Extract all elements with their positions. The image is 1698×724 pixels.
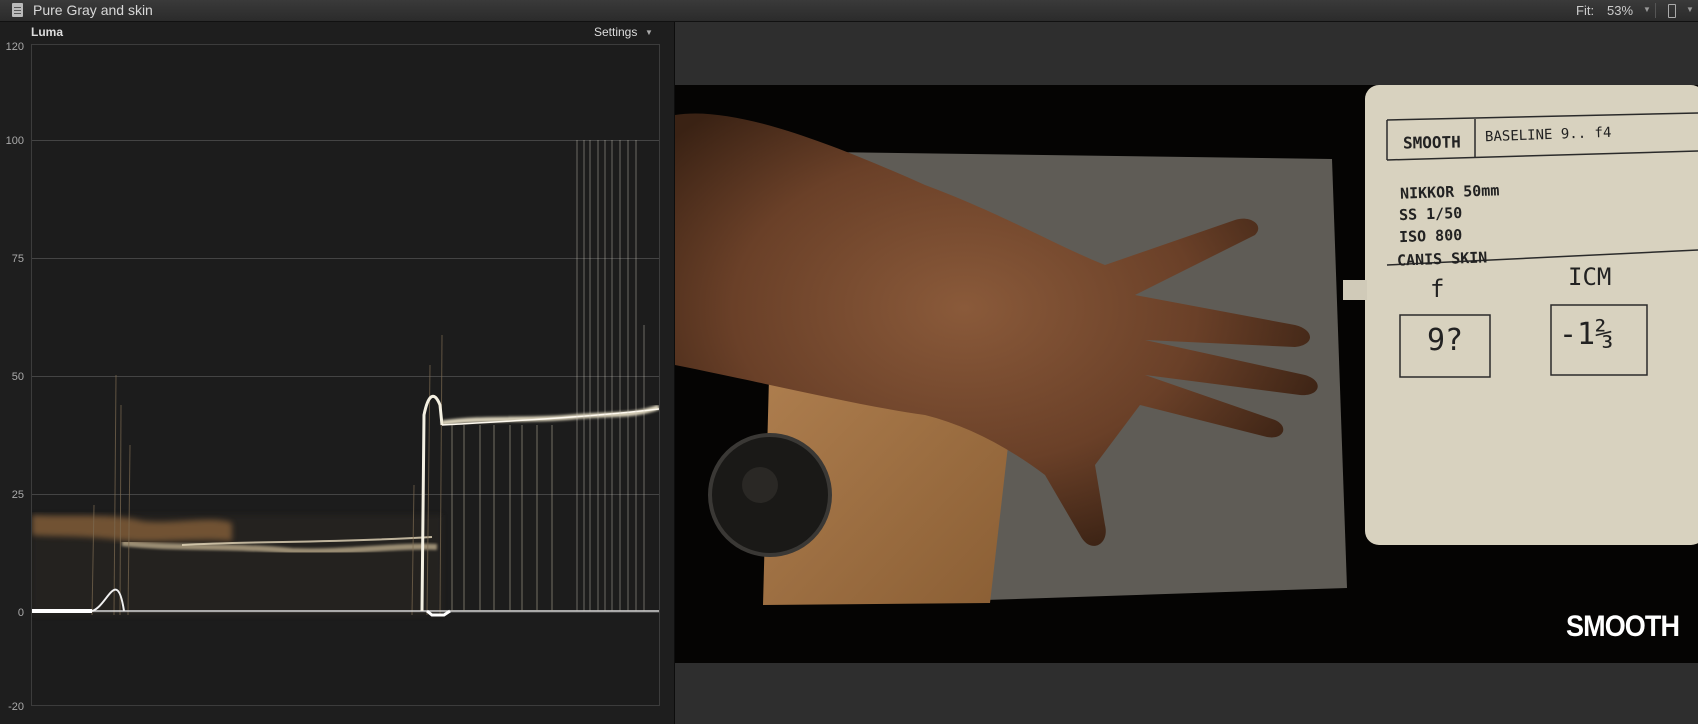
slate-lens: NIKKOR 50mm — [1399, 181, 1500, 203]
video-frame: SMOOTH BASELINE 9.. f4 NIKKOR 50mm SS 1/… — [675, 85, 1698, 663]
zoom-fit-dropdown[interactable]: 53% — [1607, 3, 1633, 18]
chevron-down-icon[interactable]: ▼ — [1643, 5, 1651, 14]
document-icon — [12, 3, 23, 17]
luma-waveform — [31, 44, 660, 706]
y-axis-tick: 0 — [17, 607, 24, 619]
waveform-trace — [32, 140, 659, 617]
slate-left-head: f — [1430, 275, 1445, 303]
y-axis-tick: 25 — [11, 489, 24, 501]
video-scope-panel: Luma Settings ▼ 120 100 75 50 25 0 -20 — [0, 22, 674, 724]
frame-image — [675, 85, 1698, 605]
video-icon[interactable] — [1668, 4, 1676, 18]
y-axis-tick: 100 — [5, 135, 24, 147]
video-viewer[interactable]: SMOOTH BASELINE 9.. f4 NIKKOR 50mm SS 1/… — [675, 22, 1698, 724]
toolbar-separator — [1655, 3, 1656, 18]
slate-right-value: -1⅔ — [1559, 317, 1614, 352]
settings-menu[interactable]: Settings — [594, 25, 637, 39]
slate-shutter: SS 1/50 — [1398, 203, 1463, 225]
slate-subject: CANIS SKIN — [1396, 248, 1488, 270]
slate-left-value: 9? — [1427, 323, 1464, 358]
slate-right-head: ICM — [1568, 263, 1612, 291]
y-axis-tick: 50 — [11, 371, 24, 383]
y-axis-tick: 120 — [5, 41, 24, 53]
burned-in-label: SMOOTH — [1566, 610, 1680, 643]
chevron-down-icon[interactable]: ▼ — [1686, 5, 1694, 14]
chevron-down-icon[interactable]: ▼ — [645, 28, 653, 37]
slate-iso: ISO 800 — [1398, 225, 1463, 247]
y-axis-tick: 75 — [11, 253, 24, 265]
y-axis-tick: -20 — [8, 701, 24, 713]
fit-label: Fit: — [1576, 3, 1595, 18]
window-title: Pure Gray and skin — [33, 2, 153, 18]
title-bar: Pure Gray and skin Fit: 53% ▼ ▼ — [0, 0, 1698, 22]
slate-style: SMOOTH — [1402, 132, 1461, 153]
scope-type-label: Luma — [31, 25, 64, 39]
